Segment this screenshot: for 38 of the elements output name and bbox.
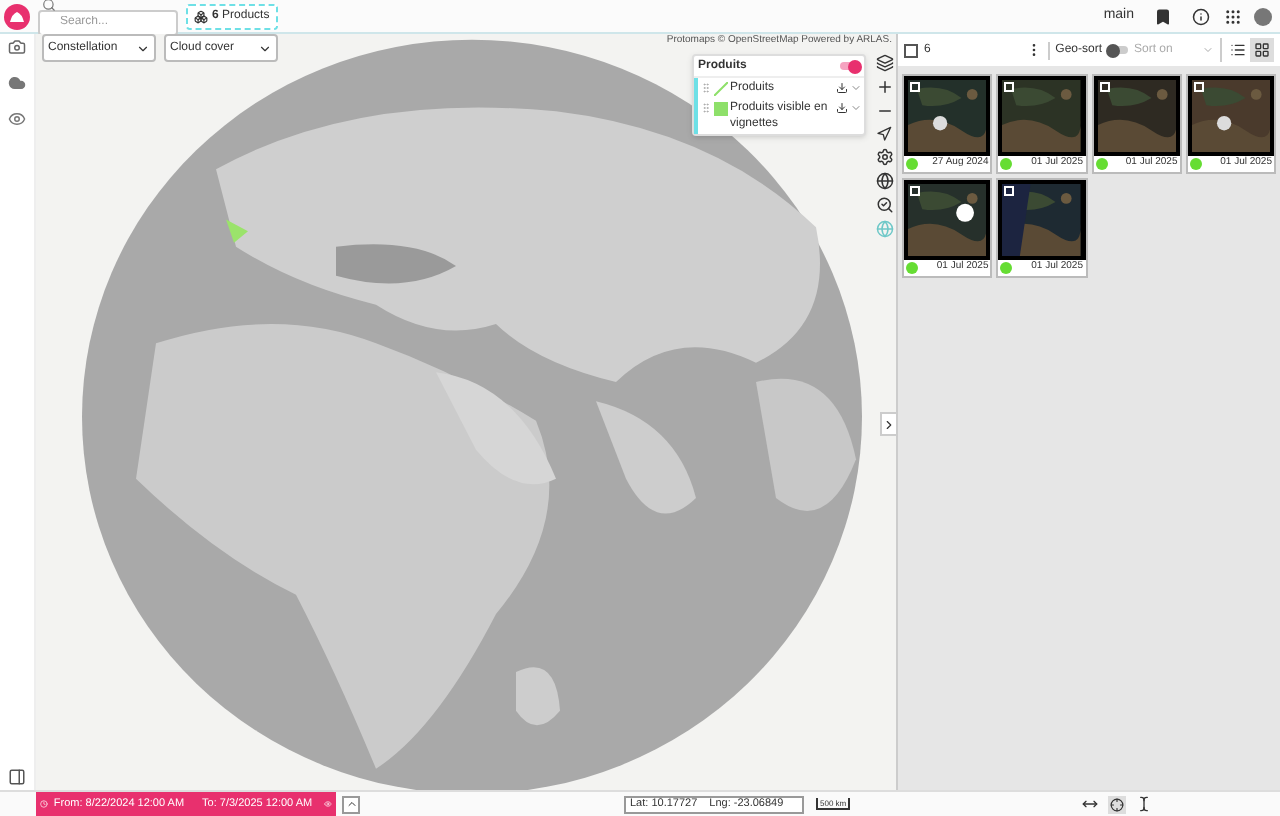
caret-icon: [258, 41, 272, 55]
expand-button[interactable]: [342, 795, 360, 813]
chevron-icon: [345, 798, 357, 810]
polygon-icon: [714, 102, 728, 116]
settings-icon[interactable]: [875, 148, 893, 166]
cloud-icon[interactable]: [8, 74, 26, 92]
search-icon: [42, 0, 56, 12]
search-icon[interactable]: [875, 196, 893, 214]
products-icon: [194, 9, 208, 23]
info-icon[interactable]: [1192, 7, 1210, 25]
layers-icon[interactable]: [875, 54, 893, 72]
text-cursor-icon[interactable]: [1136, 796, 1152, 812]
apps-icon[interactable]: [1224, 7, 1242, 25]
bookmark-icon[interactable]: [1154, 7, 1172, 25]
grid-view-button[interactable]: [1250, 38, 1274, 62]
fit-width-icon[interactable]: [1082, 796, 1098, 812]
line-icon: [714, 82, 728, 96]
globe-icon[interactable]: [875, 172, 893, 190]
download-icon: [836, 82, 848, 94]
clock-icon: [40, 798, 48, 810]
zoom-in-icon[interactable]: [875, 78, 893, 96]
chevron-icon: [882, 417, 896, 431]
expand-button[interactable]: [880, 412, 898, 436]
eye-icon: [324, 798, 332, 810]
caret-icon: [1202, 44, 1214, 56]
avatar[interactable]: [1254, 7, 1272, 25]
caret-icon: [136, 41, 150, 55]
compass-icon[interactable]: [876, 126, 892, 142]
panel-toggle-icon[interactable]: [8, 768, 26, 786]
list-view-button[interactable]: [1226, 38, 1250, 62]
eye-icon[interactable]: [8, 110, 26, 128]
camera-icon[interactable]: [8, 38, 26, 56]
logo-icon[interactable]: [4, 3, 30, 29]
toggle-switch[interactable]: [1108, 46, 1128, 54]
toggle-switch[interactable]: [840, 62, 860, 70]
checkbox[interactable]: [904, 43, 918, 57]
center-icon[interactable]: [1110, 797, 1124, 811]
download-icon: [836, 102, 848, 114]
